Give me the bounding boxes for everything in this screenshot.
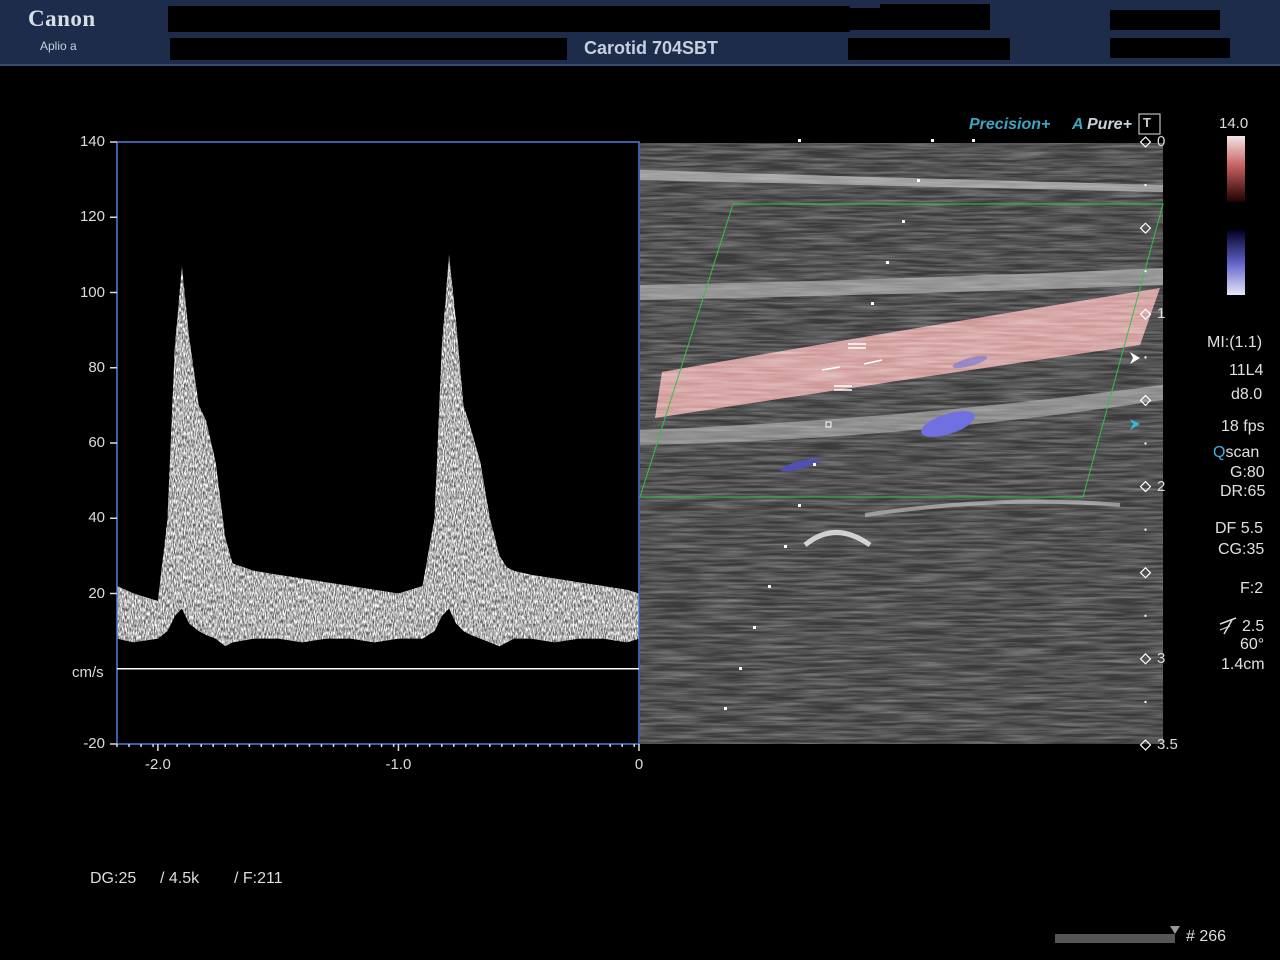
doppler-gain: DG:25 (90, 870, 137, 887)
frame-rate: 18 fps (1221, 418, 1265, 435)
filter-value: F:2 (1240, 580, 1264, 597)
depth-minor-mark (1144, 700, 1147, 703)
angle-correct-icon (1219, 617, 1237, 635)
angle-scale-value: 2.5 (1242, 618, 1265, 635)
depth-value: d8.0 (1231, 386, 1263, 403)
depth-minor-mark (1144, 528, 1147, 531)
angle-value: 60° (1240, 636, 1265, 653)
depth-minor-mark (1144, 442, 1147, 445)
color-gain: CG:35 (1218, 541, 1265, 558)
depth-label: 3.5 (1157, 736, 1178, 753)
color-scale-negative (1227, 230, 1245, 295)
depth-label: 2 (1157, 477, 1166, 495)
qscan-q: Q (1213, 444, 1226, 461)
mi-value: MI:(1.1) (1207, 334, 1263, 351)
tissue-speckle (640, 143, 1163, 744)
depth-label: 0 (1157, 133, 1166, 150)
color-scale-positive (1227, 136, 1245, 202)
depth-label: 1 (1157, 305, 1166, 323)
frame-number: # 266 (1186, 928, 1227, 945)
gain-value: G:80 (1230, 464, 1265, 481)
depth-label: 3 (1157, 649, 1166, 667)
depth-minor-mark (1144, 614, 1147, 617)
apure-indicator: Pure+ (1087, 116, 1132, 133)
apure-a: A (1072, 116, 1084, 133)
precision-indicator: Precision+ (969, 116, 1051, 133)
transducer-label: 11L4 (1229, 362, 1264, 379)
qscan-rest: scan (1225, 444, 1260, 461)
t-icon: T (1143, 115, 1151, 130)
frame-filter: / F:211 (234, 870, 283, 887)
depth-minor-mark (1144, 270, 1147, 273)
depth-minor-mark (1144, 356, 1147, 359)
gate-size: 1.4cm (1221, 656, 1265, 673)
qscan-label: Qscan (1213, 444, 1259, 462)
dynamic-range: DR:65 (1220, 483, 1266, 500)
doppler-frequency: DF 5.5 (1215, 520, 1264, 537)
cine-bar[interactable] (1055, 934, 1175, 943)
cine-marker-icon[interactable] (1170, 926, 1182, 936)
prf-value: / 4.5k (160, 870, 200, 887)
color-scale-max: 14.0 (1219, 115, 1249, 132)
depth-minor-mark (1144, 184, 1147, 187)
